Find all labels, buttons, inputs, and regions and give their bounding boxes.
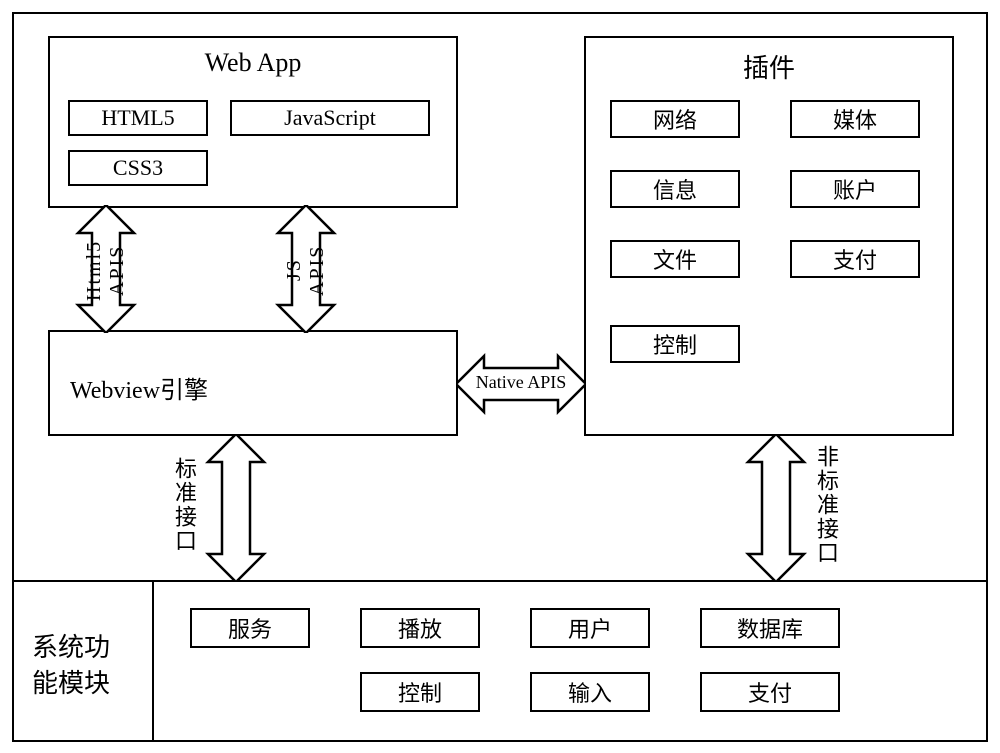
plugin-item-control: 控制	[610, 325, 740, 363]
plugin-item-network: 网络	[610, 100, 740, 138]
plugins-box	[584, 36, 954, 436]
diagram-canvas: Web App HTML5 JavaScript CSS3 插件 网络 媒体 信…	[0, 0, 1000, 753]
webapp-item-css3: CSS3	[68, 150, 208, 186]
plugin-item-file: 文件	[610, 240, 740, 278]
arrow-native-apis-label: Native APIS	[456, 372, 586, 393]
system-item-database: 数据库	[700, 608, 840, 648]
arrow-std-iface-label: 标准接口	[172, 450, 196, 560]
system-divider-h	[12, 580, 988, 582]
plugin-item-media: 媒体	[790, 100, 920, 138]
system-item-pay: 支付	[700, 672, 840, 712]
webapp-item-html5: HTML5	[68, 100, 208, 136]
arrow-std-iface	[200, 434, 272, 582]
system-divider-v	[152, 580, 154, 742]
system-item-user: 用户	[530, 608, 650, 648]
system-item-input: 输入	[530, 672, 650, 712]
plugin-item-account: 账户	[790, 170, 920, 208]
system-title: 系统功 能模块	[32, 630, 110, 703]
webapp-item-javascript: JavaScript	[230, 100, 430, 136]
arrow-js-apis-label: JS APIS	[288, 230, 324, 310]
arrow-nonstd-iface-label: 非标准接口	[814, 440, 838, 570]
plugin-item-pay: 支付	[790, 240, 920, 278]
plugins-title: 插件	[584, 48, 954, 85]
webview-label: Webview引擎	[70, 370, 208, 405]
system-item-control: 控制	[360, 672, 480, 712]
arrow-html5-apis-label: Html5 APIS	[88, 220, 124, 320]
webapp-title: Web App	[48, 48, 458, 78]
plugin-item-info: 信息	[610, 170, 740, 208]
arrow-nonstd-iface	[740, 434, 812, 582]
system-item-service: 服务	[190, 608, 310, 648]
system-item-play: 播放	[360, 608, 480, 648]
